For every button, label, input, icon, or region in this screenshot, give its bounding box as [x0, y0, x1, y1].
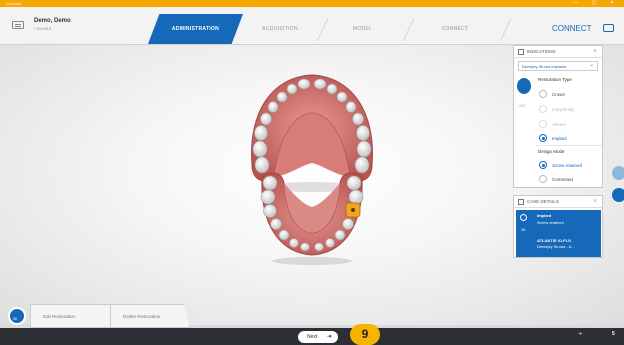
next-label: Next [307, 334, 318, 340]
implant-icon [351, 208, 355, 212]
case-product-vendor: Dentsply Sirona - A... [537, 244, 575, 249]
option-inlay-onlay-label: Inlay/Onlay [552, 107, 575, 112]
case-indication: Implant [537, 213, 552, 218]
case-tooth-number: 36 [521, 227, 526, 232]
radio-screw-retained[interactable] [539, 161, 547, 169]
patient-name: Demo, Demo [34, 18, 71, 24]
tab-divider [499, 19, 512, 41]
option-veneer-label: Veneer [552, 122, 567, 127]
footer-right-symbol[interactable]: 5 [612, 331, 615, 337]
upper-arch[interactable] [251, 74, 373, 182]
tab-administration[interactable]: ADMINISTRATION [148, 14, 243, 44]
connect-brand-link[interactable]: CONNECT [552, 17, 592, 41]
tooth-icon [520, 214, 527, 221]
tool-number: 36 [13, 317, 17, 321]
tab-connect[interactable]: CONNECT [415, 14, 495, 44]
tooth-tool-button[interactable]: 36 [8, 307, 26, 325]
radio-veneer[interactable] [539, 120, 547, 128]
tab-divider [316, 19, 329, 41]
indications-header: INDICATIONS × [514, 46, 602, 58]
radio-implant[interactable] [539, 134, 547, 142]
restoration-type-label: Restoration Type [538, 77, 572, 82]
indications-icon [518, 49, 524, 55]
arrow-right-icon: ➜ [326, 334, 332, 340]
indications-title: INDICATIONS [527, 49, 556, 54]
step-number-badge: 9 [350, 324, 380, 345]
next-button[interactable]: Next ➜ [298, 331, 338, 343]
case-details-title: CASE DETAILS [527, 199, 559, 204]
implant-system-select[interactable]: Dentsply Sirona Implants ⌄ [518, 61, 598, 71]
option-implant-label: Implant [552, 136, 567, 141]
window-controls[interactable]: — ▢ ✕ [573, 0, 620, 7]
option-screw-retained-label: Screw retained [552, 163, 583, 168]
window-titlebar: Connect — ▢ ✕ [0, 0, 624, 7]
tab-acquisition[interactable]: ACQUISITION [245, 14, 315, 44]
case-details-panel: CASE DETAILS × Implant Screw retained 36… [513, 195, 603, 258]
case-details-icon [518, 199, 524, 205]
section-divider [536, 145, 602, 146]
zoom-tool-button[interactable] [612, 166, 624, 180]
restoration-side-tab[interactable] [517, 78, 531, 94]
patient-id: * 01/2019 [34, 26, 52, 31]
chevron-down-icon: ⌄ [588, 62, 594, 68]
option-cemented-label: Cemented [552, 177, 573, 182]
window-title: Connect [6, 1, 21, 6]
radio-inlay-onlay[interactable] [539, 105, 547, 113]
case-design-mode: Screw retained [537, 220, 564, 225]
case-details-card[interactable]: Implant Screw retained 36 ATLANTIS IO-FL… [516, 210, 601, 257]
top-navigation-bar: Demo, Demo * 01/2019 ADMINISTRATION ACQU… [0, 7, 624, 45]
tab-model[interactable]: MODEL [330, 14, 395, 44]
option-crown-label: Crown [552, 92, 566, 97]
delete-restoration-tab[interactable]: Delete Restoration [110, 304, 190, 328]
chat-icon[interactable] [603, 24, 614, 32]
radio-cemented[interactable] [539, 175, 547, 183]
3d-model-viewport[interactable]: INDICATIONS × Dentsply Sirona Implants ⌄… [0, 45, 624, 325]
indications-panel: INDICATIONS × Dentsply Sirona Implants ⌄… [513, 45, 603, 188]
lower-arch-shadow [272, 257, 352, 265]
case-product-name: ATLANTIS IO-FLO [537, 238, 572, 243]
footer-nav-icon[interactable]: ➜ [578, 331, 582, 337]
side-tab-label[interactable]: ABC [519, 104, 526, 108]
case-details-header: CASE DETAILS × [514, 196, 602, 208]
design-mode-label: Design Mode [538, 149, 565, 154]
patient-card-icon[interactable] [12, 21, 24, 29]
radio-crown[interactable] [539, 90, 547, 98]
close-icon[interactable]: × [593, 46, 597, 58]
view-tool-button[interactable] [612, 188, 624, 202]
implant-system-value: Dentsply Sirona Implants [522, 64, 567, 69]
close-icon[interactable]: × [593, 196, 597, 208]
tab-divider [402, 19, 415, 41]
edit-restoration-tab[interactable]: Edit Restoration [30, 304, 120, 328]
